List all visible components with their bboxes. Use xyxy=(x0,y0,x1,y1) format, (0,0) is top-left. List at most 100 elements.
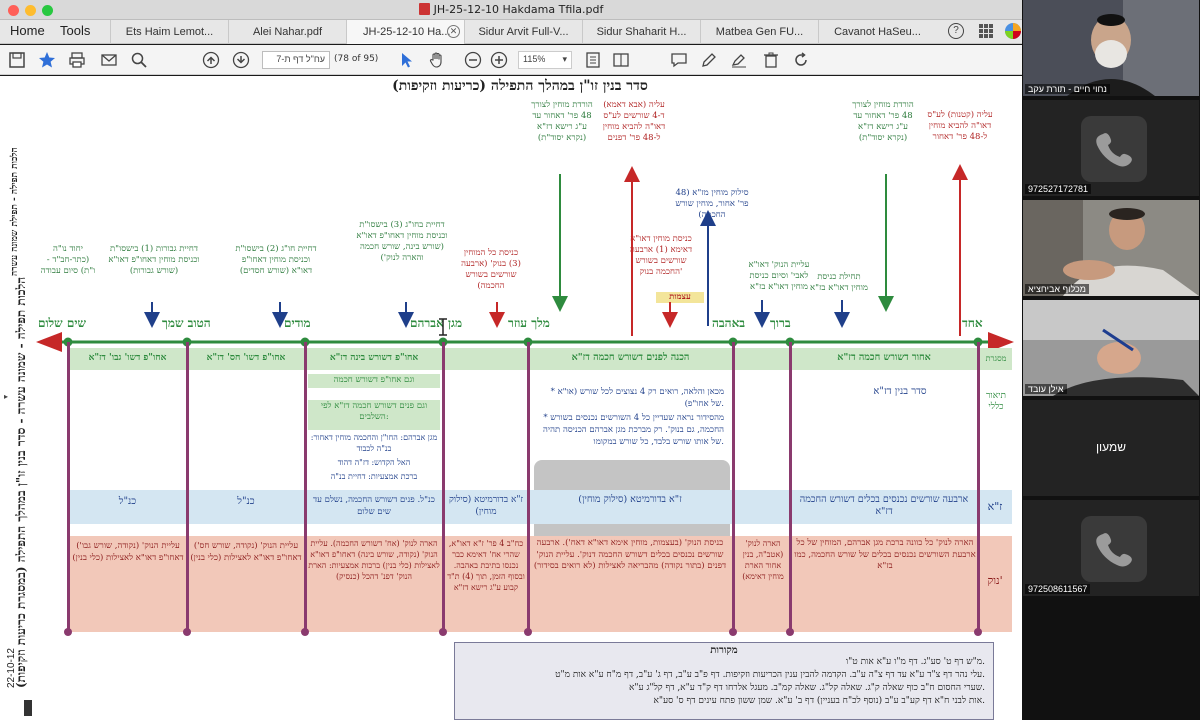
column-divider xyxy=(977,342,980,632)
participant-tile-3[interactable]: מכלוף אביחציא xyxy=(1023,200,1199,296)
timeline-label-baruch: ברוך xyxy=(770,316,791,330)
save-icon[interactable] xyxy=(8,51,26,69)
participant-tile-5[interactable]: שמעון xyxy=(1023,400,1199,496)
column-divider xyxy=(527,342,530,632)
participant-tile-6[interactable]: 972508611567 xyxy=(1023,500,1199,596)
page-input[interactable]: עח"ל דף ת-7 xyxy=(262,51,330,69)
timeline-label-hatov-shimcha: הטוב שמך xyxy=(162,316,211,330)
column-end-dot xyxy=(64,628,72,636)
tab-matbea[interactable]: Matbea Gen FU... xyxy=(700,20,818,44)
general-col3-line-1: וגם אחו"פ דשורש חכמה xyxy=(308,374,440,388)
tab-alei-nahar[interactable]: Alei Nahar.pdf xyxy=(228,20,346,44)
nuk-cell-2: עליית הנוק' (נקודה, שורש חס') דאחו"פ דאו… xyxy=(190,541,302,563)
colorwheel-icon[interactable] xyxy=(1004,22,1022,40)
tab-hakdama-tfila[interactable]: JH-25-12-10 Ha... ✕ xyxy=(346,20,464,44)
za-cell-2: כנ"ל xyxy=(237,496,255,507)
fit-page-icon[interactable] xyxy=(584,51,602,69)
row-label-nuk: נוק' xyxy=(987,574,1003,587)
column-divider xyxy=(442,342,445,632)
general-right-cell: סדר בנין דז"א xyxy=(873,386,927,397)
page-count: (78 of 95) xyxy=(334,54,379,64)
tab-label: Matbea Gen FU... xyxy=(715,26,804,38)
help-icon[interactable]: ? xyxy=(948,23,964,39)
tab-label: Cavanot HaSeu... xyxy=(834,26,921,38)
za-cell-4: ז"א בדורמיטא (סילוק מוחין) xyxy=(448,495,523,517)
zoom-out-icon[interactable] xyxy=(464,51,482,69)
column-divider xyxy=(186,342,189,632)
column-end-dot xyxy=(439,628,447,636)
column-end-dot xyxy=(301,628,309,636)
print-icon[interactable] xyxy=(68,51,86,69)
page-down-icon[interactable] xyxy=(232,51,250,69)
phone-icon xyxy=(1081,516,1147,582)
za-cell-6: ארבעה שורשים נכנסים בכלים דשורש החכמה דז… xyxy=(799,494,969,517)
hand-tool-icon[interactable] xyxy=(428,51,446,69)
participant-tile-4[interactable]: אילן עובד xyxy=(1023,300,1199,396)
general-col3-line-5: ברכת אמצעיות: דחיית בנ"ה xyxy=(330,472,418,481)
trash-icon[interactable] xyxy=(762,51,780,69)
page-up-icon[interactable] xyxy=(202,51,220,69)
timeline-label-shim-shalom: שים שלום xyxy=(38,316,86,330)
band-frame-cell-1: אחו"פ דשו' גבו' דז"א xyxy=(88,353,167,363)
tab-label: Sidur Shaharit H... xyxy=(596,26,687,38)
text-cursor-icon xyxy=(439,318,447,336)
band-frame-cell-5: אחור דשורש חכמה דז"א xyxy=(837,352,931,363)
column-divider xyxy=(789,342,792,632)
participant-tile-2[interactable]: 972527172781 xyxy=(1023,100,1199,196)
tab-ets-haim[interactable]: Ets Haim Lemot... xyxy=(110,20,228,44)
column-divider xyxy=(304,342,307,632)
sources-box: מקורות מ"ש דף ט' סע"ג. דף מ"ו ע"א אות ט"… xyxy=(454,642,994,720)
timeline-label-modim: מודים xyxy=(284,316,311,330)
sources-title: מקורות xyxy=(710,645,738,656)
participant-video xyxy=(1023,0,1199,96)
rotate-icon[interactable] xyxy=(792,51,810,69)
column-end-dot xyxy=(786,628,794,636)
select-arrow-icon[interactable] xyxy=(398,51,416,69)
participant-video xyxy=(1023,300,1199,396)
phone-icon xyxy=(1081,116,1147,182)
tab-sidur-arvit[interactable]: Sidur Arvit Full-V... xyxy=(464,20,582,44)
email-icon[interactable] xyxy=(100,51,118,69)
band-frame-cell-2: אחו"פ דשו' חס' דז"א xyxy=(206,353,286,363)
search-icon[interactable] xyxy=(130,51,148,69)
column-end-dot xyxy=(524,628,532,636)
menu-tools[interactable]: Tools xyxy=(60,23,90,38)
page-view-icon[interactable] xyxy=(612,51,630,69)
zoom-value: 115% xyxy=(523,54,546,64)
grid-icon[interactable] xyxy=(978,23,994,39)
tab-sidur-shaharit[interactable]: Sidur Shaharit H... xyxy=(582,20,700,44)
sources-line-4: אות לבני ח"א דף קע"ב ע"ב (נוסף לכ"ח בעני… xyxy=(653,696,985,706)
menu-home[interactable]: Home xyxy=(10,23,45,38)
note-box-line-2: * מהסידור נראה שעדיין כל 4 השורשים נכנסי… xyxy=(543,413,724,447)
pdf-icon xyxy=(418,3,430,15)
timeline-label-melech-ozer: מלך עוזר xyxy=(508,316,550,330)
nuk-cell-4: כח"ב 4 פר' ז"א דאו"א, שהרי אח' דאימא כבר… xyxy=(447,539,525,592)
zoom-in-icon[interactable] xyxy=(490,51,508,69)
sources-line-3: שערי החסום ח"ב כוף שאלה ק"ג. שאלה קל"ג. … xyxy=(628,683,985,693)
chevron-down-icon: ▾ xyxy=(562,54,567,64)
general-col3-line-4: האל הקדוש: דז"ה דהוד xyxy=(337,458,411,467)
nuk-cell-3: הארה לנוק' (אח' דשורש החכמה). עליית הנוק… xyxy=(308,539,440,581)
row-label-general: תיאור כללי xyxy=(986,391,1006,412)
title-bar: JH-25-12-10 Hakdama Tfila.pdf xyxy=(0,0,1022,20)
row-label-za: ז"א xyxy=(987,500,1003,513)
timeline-left-arrowhead xyxy=(36,332,62,352)
comment-icon[interactable] xyxy=(670,51,688,69)
tab-cavanot[interactable]: Cavanot HaSeu... xyxy=(818,20,936,44)
close-tab-icon[interactable]: ✕ xyxy=(447,25,460,38)
nuk-cell-1: עליית הנוק' (נקודה, שורש גבו') דאחו"פ דא… xyxy=(72,541,184,563)
tab-bar: Home Tools Ets Haim Lemot... Alei Nahar.… xyxy=(0,20,1022,44)
tab-label: JH-25-12-10 Ha... xyxy=(363,26,451,38)
tab-label: Ets Haim Lemot... xyxy=(125,26,214,38)
column-divider xyxy=(67,342,70,632)
column-end-dot xyxy=(729,628,737,636)
pen-icon[interactable] xyxy=(700,51,718,69)
participant-name: 972527172781 xyxy=(1025,184,1092,194)
zoom-select[interactable]: 115% ▾ xyxy=(518,51,572,69)
participant-name: נחוי חיים - תורת עקב xyxy=(1025,84,1110,94)
nuk-cell-6: הארה לנוק' (אטב"ה, בנין אחור הארת מוחין … xyxy=(742,539,784,581)
bookmark-star-icon[interactable] xyxy=(38,51,56,69)
timeline-label-beahava: באהבה xyxy=(712,316,746,330)
sign-icon[interactable] xyxy=(730,51,748,69)
participant-tile-1[interactable]: נחוי חיים - תורת עקב xyxy=(1023,0,1199,96)
